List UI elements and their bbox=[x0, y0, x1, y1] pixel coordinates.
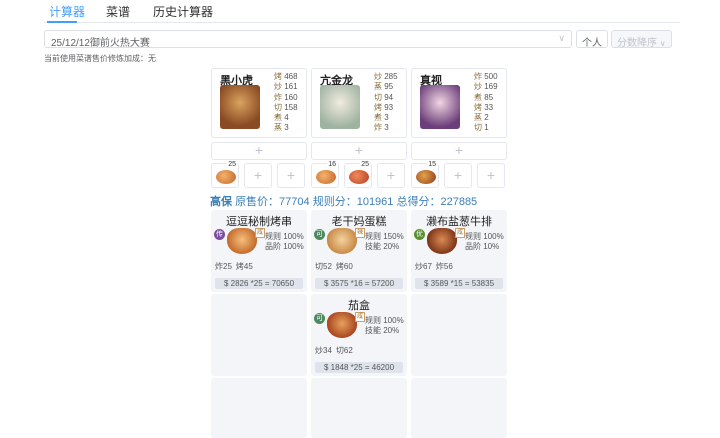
chef-card[interactable]: 真视 炸 500 炒 169 煮 85 烤 33 蒸 2 切 1 bbox=[411, 68, 507, 138]
chef-stats: 炒 285 蒸 95 切 94 烤 93 煮 3 炸 3 bbox=[374, 72, 398, 133]
contest-select[interactable]: 25/12/12御前火热大赛 ∨ bbox=[44, 30, 572, 49]
dish-price: $ 1848 *25 = 46200 bbox=[315, 362, 403, 373]
dish-image bbox=[227, 228, 257, 254]
tab-calculator[interactable]: 计算器 bbox=[49, 3, 85, 20]
add-recipe-button[interactable]: + bbox=[477, 163, 505, 188]
dish-name: 濑布盐葱牛排 bbox=[426, 216, 492, 228]
dish-rules: 规则 100% 技能 20% bbox=[365, 316, 404, 335]
rarity-badge: 可 bbox=[314, 313, 325, 324]
empty-dish-slot[interactable] bbox=[411, 294, 507, 376]
dish-price: $ 3575 *16 = 57200 bbox=[315, 278, 403, 289]
condiment-badge: 咸 bbox=[455, 228, 465, 238]
dish-card[interactable]: 逗逗秘制烤串 传 咸 规则 100% 品阶 100% 炸25 烤45 $ 2826 … bbox=[211, 210, 307, 292]
add-recipe-button[interactable]: + bbox=[277, 163, 305, 188]
chef-avatar bbox=[420, 85, 460, 129]
equipment-count: 25 bbox=[360, 161, 370, 168]
active-tab-indicator bbox=[47, 21, 77, 23]
add-equipment-button[interactable]: + bbox=[211, 142, 307, 160]
add-recipe-button[interactable]: + bbox=[444, 163, 472, 188]
condiment-badge: 咸 bbox=[255, 228, 265, 238]
dish-image bbox=[327, 228, 357, 254]
dish-rules: 规则 100% 品阶 100% bbox=[265, 232, 304, 251]
dish-rules: 规则 150% 技能 20% bbox=[365, 232, 404, 251]
dish-icon bbox=[316, 170, 336, 184]
rarity-badge: 优 bbox=[414, 229, 425, 240]
dish-price: $ 3589 *15 = 53835 bbox=[415, 278, 503, 289]
summary-label: 高保 bbox=[210, 196, 232, 208]
dish-card[interactable]: 老干妈蛋糕 可 辣 规则 150% 技能 20% 切52 烤60 $ 3575 *1… bbox=[311, 210, 407, 292]
chevron-down-icon: ∨ bbox=[558, 33, 565, 43]
condiment-badge: 咸 bbox=[355, 312, 365, 322]
dish-skills: 炒67 炸56 bbox=[415, 262, 453, 271]
personal-button[interactable]: 个人 bbox=[576, 30, 608, 49]
equipment-slot[interactable]: 15 bbox=[411, 161, 439, 188]
price-bonus-hint: 当前使用菜谱售价修炼加成：无 bbox=[44, 54, 156, 63]
equipment-count: 25 bbox=[227, 161, 237, 168]
empty-dish-slot[interactable] bbox=[211, 294, 307, 376]
chef-card[interactable]: 亢金龙 炒 285 蒸 95 切 94 烤 93 煮 3 炸 3 bbox=[311, 68, 407, 138]
summary-text: 原售价：77704 规则分：101961 总得分：227885 bbox=[235, 196, 478, 208]
dish-skills: 炸25 烤45 bbox=[215, 262, 253, 271]
rarity-badge: 传 bbox=[214, 229, 225, 240]
dish-card[interactable]: 濑布盐葱牛排 优 咸 规则 100% 品阶 10% 炒67 炸56 $ 3589 *… bbox=[411, 210, 507, 292]
score-summary: 高保 原售价：77704 规则分：101961 总得分：227885 bbox=[210, 193, 477, 209]
dish-price: $ 2826 *25 = 70650 bbox=[215, 278, 303, 289]
sort-select[interactable]: 分数降序 ∨ bbox=[611, 30, 672, 49]
add-recipe-button[interactable]: + bbox=[244, 163, 272, 188]
add-equipment-button[interactable]: + bbox=[411, 142, 507, 160]
empty-dish-slot[interactable] bbox=[311, 378, 407, 438]
add-equipment-button[interactable]: + bbox=[311, 142, 407, 160]
equipment-slot[interactable]: 16 bbox=[311, 161, 339, 188]
dish-image bbox=[427, 228, 457, 254]
equipment-count: 16 bbox=[327, 161, 337, 168]
dish-skills: 炒34 切62 bbox=[315, 346, 353, 355]
equipment-slot[interactable]: 25 bbox=[344, 161, 372, 188]
empty-dish-slot[interactable] bbox=[411, 378, 507, 438]
dish-name: 逗逗秘制烤串 bbox=[226, 216, 292, 228]
contest-select-value: 25/12/12御前火热大赛 bbox=[51, 38, 150, 49]
dish-skills: 切52 烤60 bbox=[315, 262, 353, 271]
dish-card[interactable]: 茄盒 可 咸 规则 100% 技能 20% 炒34 切62 $ 1848 *25 =… bbox=[311, 294, 407, 376]
dish-icon bbox=[349, 170, 369, 184]
dish-name: 老干妈蛋糕 bbox=[331, 216, 387, 228]
dish-rules: 规则 100% 品阶 10% bbox=[465, 232, 504, 251]
dish-icon bbox=[416, 170, 436, 184]
empty-dish-slot[interactable] bbox=[211, 378, 307, 438]
equipment-count: 15 bbox=[427, 161, 437, 168]
tab-history-calculator[interactable]: 历史计算器 bbox=[153, 3, 213, 20]
rarity-badge: 可 bbox=[314, 229, 325, 240]
dish-image bbox=[327, 312, 357, 338]
chef-stats: 炸 500 炒 169 煮 85 烤 33 蒸 2 切 1 bbox=[474, 72, 498, 133]
chef-avatar bbox=[220, 85, 260, 129]
dish-icon bbox=[216, 170, 236, 184]
sort-select-value: 分数降序 bbox=[617, 38, 657, 49]
chef-stats: 烤 468 炒 161 炸 160 切 158 煮 4 蒸 3 bbox=[274, 72, 298, 133]
equipment-slot[interactable]: 25 bbox=[211, 161, 239, 188]
chevron-down-icon: ∨ bbox=[659, 39, 666, 48]
add-recipe-button[interactable]: + bbox=[377, 163, 405, 188]
condiment-badge: 辣 bbox=[355, 228, 365, 238]
chef-avatar bbox=[320, 85, 360, 129]
tab-bar: 计算器 菜谱 历史计算器 bbox=[44, 0, 680, 23]
chef-card[interactable]: 黑小虎 烤 468 炒 161 炸 160 切 158 煮 4 蒸 3 bbox=[211, 68, 307, 138]
dish-name: 茄盒 bbox=[348, 300, 370, 312]
tab-recipes[interactable]: 菜谱 bbox=[106, 3, 130, 20]
